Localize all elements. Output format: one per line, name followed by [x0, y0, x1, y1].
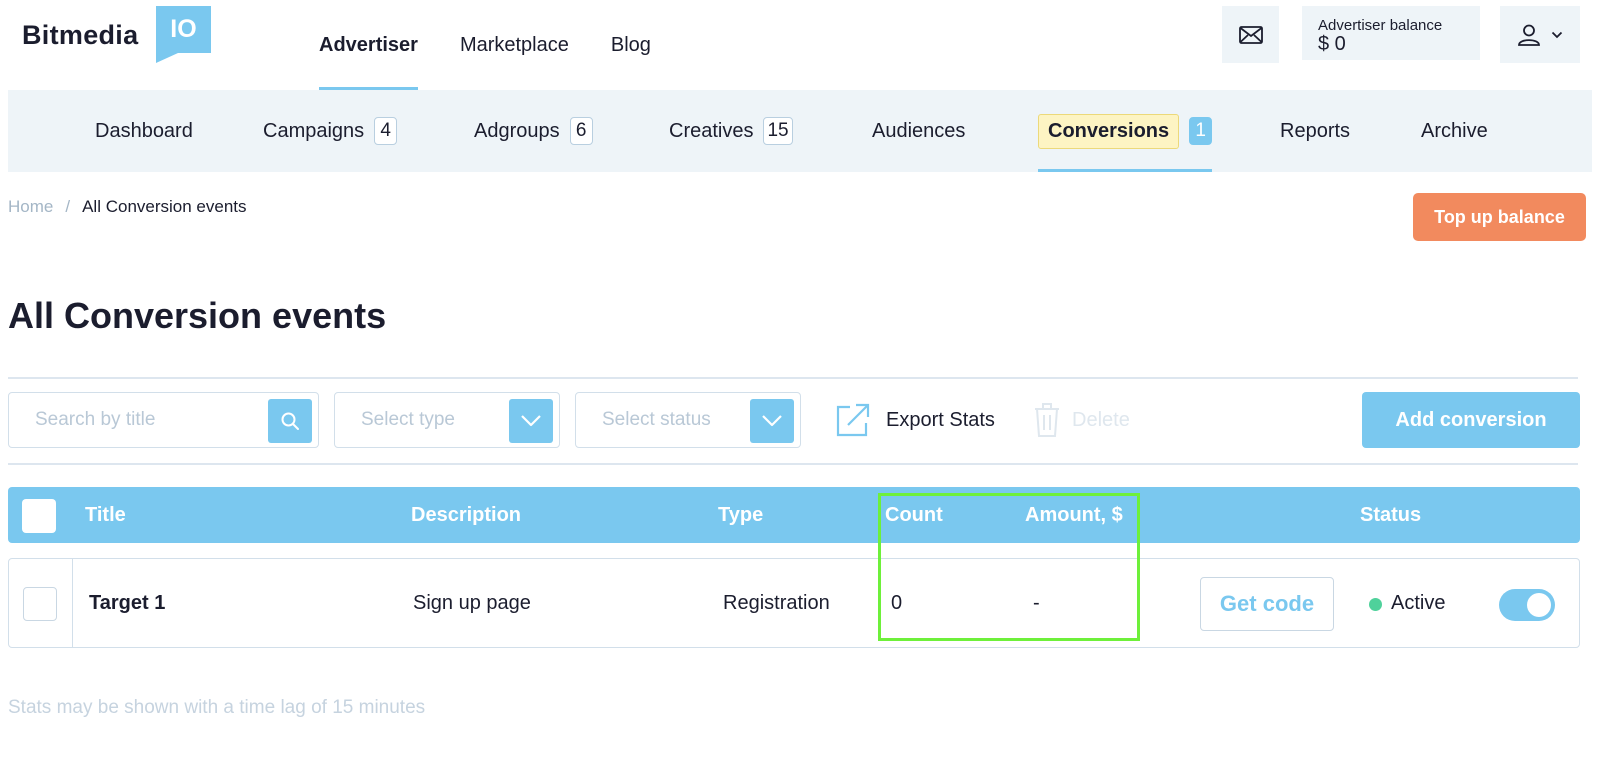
tab-campaigns[interactable]: Campaigns 4 — [263, 90, 398, 172]
tab-label: Audiences — [872, 119, 966, 142]
status-dot — [1369, 598, 1382, 611]
select-all-checkbox[interactable] — [22, 499, 56, 533]
logo-badge: IO — [156, 6, 211, 53]
external-link-icon — [836, 403, 870, 437]
delete-label: Delete — [1072, 408, 1130, 431]
count-badge: 4 — [374, 117, 398, 145]
tab-label: Adgroups — [474, 119, 560, 142]
user-menu-button[interactable] — [1500, 6, 1580, 63]
top-nav: Advertiser Marketplace Blog — [319, 0, 693, 90]
status-toggle[interactable] — [1499, 589, 1555, 621]
column-header-type[interactable]: Type — [718, 487, 763, 543]
tab-label: Archive — [1421, 119, 1488, 142]
tab-audiences[interactable]: Audiences — [872, 90, 965, 172]
column-header-title[interactable]: Title — [85, 487, 126, 543]
row-type: Registration — [723, 591, 830, 614]
count-badge: 1 — [1189, 117, 1213, 145]
tab-dashboard[interactable]: Dashboard — [95, 90, 193, 172]
top-up-balance-button[interactable]: Top up balance — [1413, 193, 1586, 241]
chevron-down-icon — [521, 415, 541, 427]
row-checkbox-cell — [9, 559, 73, 647]
get-code-button[interactable]: Get code — [1200, 577, 1334, 631]
breadcrumb-separator: / — [65, 197, 71, 216]
search-button[interactable] — [268, 399, 312, 443]
tab-archive[interactable]: Archive — [1421, 90, 1488, 172]
divider — [8, 463, 1578, 465]
column-header-status[interactable]: Status — [1360, 487, 1421, 543]
logo-tail — [156, 53, 178, 63]
tab-label: Dashboard — [95, 119, 193, 142]
top-nav-blog[interactable]: Blog — [611, 0, 651, 90]
row-title[interactable]: Target 1 — [89, 559, 165, 647]
tab-label: Reports — [1280, 119, 1351, 142]
tab-label: Creatives — [669, 119, 754, 142]
top-header: Bitmedia IO Advertiser Marketplace Blog … — [0, 0, 1600, 90]
search-placeholder: Search by title — [35, 409, 156, 430]
type-placeholder: Select type — [361, 409, 455, 430]
tab-reports[interactable]: Reports — [1280, 90, 1350, 172]
top-nav-marketplace[interactable]: Marketplace — [460, 0, 569, 90]
table-header: Title Description Type Count Amount, $ S… — [8, 487, 1580, 543]
status-dropdown-button[interactable] — [750, 399, 794, 443]
breadcrumb-current: All Conversion events — [82, 197, 247, 216]
type-select[interactable]: Select type — [334, 392, 560, 448]
tab-conversions[interactable]: Conversions 1 — [1038, 90, 1213, 172]
status-placeholder: Select status — [602, 409, 711, 430]
bitmedia-logo[interactable]: Bitmedia IO — [8, 6, 211, 63]
divider — [8, 377, 1578, 379]
logo-text: Bitmedia — [22, 20, 139, 50]
page-title: All Conversion events — [8, 295, 387, 336]
row-description: Sign up page — [413, 591, 531, 614]
tab-label: Conversions — [1038, 113, 1180, 149]
type-dropdown-button[interactable] — [509, 399, 553, 443]
search-input[interactable]: Search by title — [8, 392, 319, 448]
delete-button[interactable]: Delete — [1034, 400, 1130, 440]
count-badge: 15 — [763, 117, 793, 145]
table-row: Target 1 Sign up page Registration 0 - G… — [8, 558, 1580, 648]
tab-creatives[interactable]: Creatives 15 — [669, 90, 793, 172]
column-header-description[interactable]: Description — [411, 487, 521, 543]
status-select[interactable]: Select status — [575, 392, 801, 448]
tab-label: Campaigns — [263, 119, 365, 142]
balance-value: $ 0 — [1318, 33, 1346, 55]
mail-icon — [1238, 25, 1263, 44]
trash-icon — [1035, 403, 1059, 437]
status-text: Active — [1391, 591, 1446, 614]
export-stats-label: Export Stats — [886, 408, 995, 431]
count-badge: 6 — [569, 117, 593, 145]
add-conversion-button[interactable]: Add conversion — [1362, 392, 1580, 448]
chevron-down-icon — [1551, 31, 1563, 38]
export-stats-button[interactable]: Export Stats — [834, 400, 995, 440]
user-icon — [1518, 24, 1540, 46]
row-checkbox[interactable] — [23, 587, 57, 621]
top-nav-advertiser[interactable]: Advertiser — [319, 0, 418, 90]
stats-lag-note: Stats may be shown with a time lag of 15… — [8, 697, 426, 718]
advertiser-balance[interactable]: Advertiser balance $ 0 — [1302, 6, 1480, 60]
breadcrumb-home[interactable]: Home — [8, 197, 53, 217]
section-tabs: Dashboard Campaigns 4 Adgroups 6 Creativ… — [8, 90, 1592, 172]
search-icon — [281, 412, 299, 430]
messages-button[interactable] — [1222, 6, 1279, 63]
highlight-box — [878, 493, 1140, 641]
toggle-knob — [1527, 593, 1551, 617]
chevron-down-icon — [762, 415, 782, 427]
balance-label: Advertiser balance — [1318, 17, 1443, 34]
breadcrumb: Home / All Conversion events — [8, 197, 247, 217]
tab-adgroups[interactable]: Adgroups 6 — [474, 90, 593, 172]
